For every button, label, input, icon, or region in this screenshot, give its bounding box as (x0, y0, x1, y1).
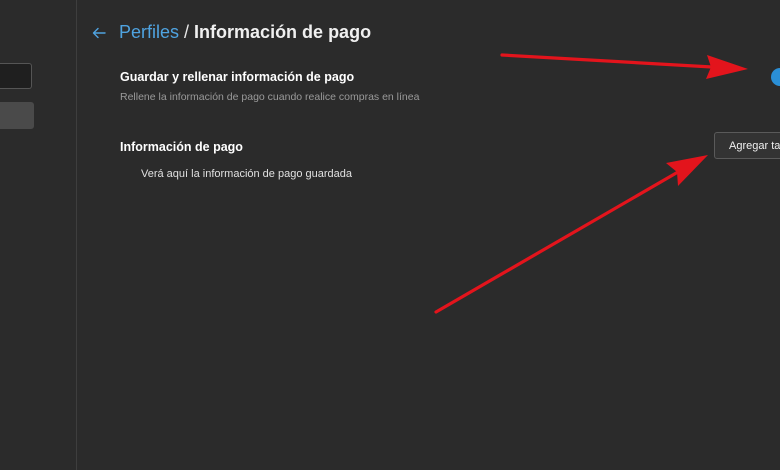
page-title: Información de pago (194, 22, 372, 42)
sidebar-search-input[interactable] (0, 63, 32, 89)
save-payment-setting-title: Guardar y rellenar información de pago (120, 70, 355, 84)
save-payment-toggle[interactable] (771, 68, 780, 86)
save-payment-setting-description: Rellene la información de pago cuando re… (120, 91, 420, 103)
breadcrumb-separator: / (184, 22, 190, 42)
arrow-left-icon[interactable] (91, 25, 107, 41)
sidebar-item-profiles[interactable] (0, 102, 34, 129)
settings-window: Perfiles / Información de pago Guardar y… (0, 0, 780, 470)
breadcrumb: Perfiles / Información de pago (91, 22, 371, 43)
sidebar (0, 0, 77, 470)
payment-info-empty-message: Verá aquí la información de pago guardad… (141, 168, 352, 180)
add-card-button[interactable]: Agregar tarjeta (714, 132, 780, 159)
main-content: Perfiles / Información de pago Guardar y… (77, 0, 780, 470)
breadcrumb-profiles-link[interactable]: Perfiles (119, 22, 179, 43)
payment-info-section-title: Información de pago (120, 140, 243, 154)
